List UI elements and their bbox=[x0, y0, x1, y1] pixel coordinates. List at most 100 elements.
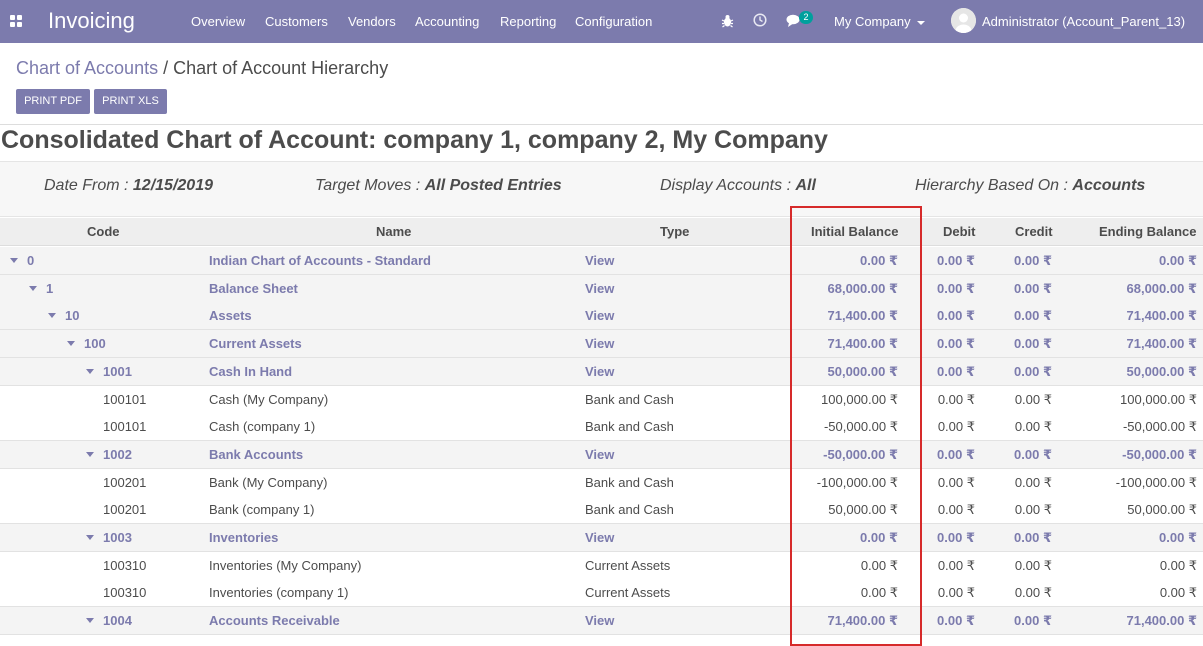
cell-credit: 0.00 ₹ bbox=[1014, 419, 1052, 434]
company-switcher[interactable]: My Company bbox=[834, 14, 925, 29]
cell-debit: 0.00 ₹ bbox=[937, 308, 975, 323]
table-row[interactable]: 1 Balance Sheet View 68,000.00 ₹ 0.00 ₹ 0.00 … bbox=[0, 275, 1203, 303]
cell-debit: 0.00 ₹ bbox=[937, 364, 975, 379]
bug-icon[interactable] bbox=[721, 14, 734, 28]
cell-credit: 0.00 ₹ bbox=[1014, 364, 1052, 379]
cell-ending-balance: -50,000.00 ₹ bbox=[1122, 447, 1197, 462]
account-code: 1001 bbox=[103, 364, 132, 379]
cell-code[interactable]: 1001 bbox=[86, 364, 132, 379]
filter-label: Display Accounts : bbox=[660, 177, 796, 194]
table-row[interactable]: 1002 Bank Accounts View -50,000.00 ₹ 0.00 ₹ 0… bbox=[0, 441, 1203, 469]
column-header-type: Type bbox=[660, 224, 690, 239]
account-code: 1002 bbox=[103, 447, 132, 462]
cell-code[interactable]: 0 bbox=[10, 253, 34, 268]
cell-initial-balance: -50,000.00 ₹ bbox=[823, 419, 898, 434]
cell-initial-balance: -50,000.00 ₹ bbox=[823, 447, 898, 462]
cell-initial-balance: 0.00 ₹ bbox=[860, 558, 898, 573]
filter-value: All bbox=[795, 177, 816, 194]
menu-reporting[interactable]: Reporting bbox=[500, 14, 556, 29]
caret-down-icon[interactable] bbox=[29, 286, 37, 292]
cell-code: 100101 bbox=[103, 419, 146, 434]
cell-initial-balance: 71,400.00 ₹ bbox=[827, 613, 899, 628]
filter-value: All Posted Entries bbox=[424, 177, 562, 194]
cell-debit: 0.00 ₹ bbox=[937, 475, 975, 490]
clock-icon[interactable] bbox=[753, 13, 767, 27]
cell-name: Bank Accounts bbox=[209, 447, 304, 462]
table-row[interactable]: 100201 Bank (company 1) Bank and Cash 50,00… bbox=[0, 496, 1203, 524]
table-row[interactable]: 100 Current Assets View 71,400.00 ₹ 0.00 ₹ 0.… bbox=[0, 330, 1203, 358]
avatar[interactable] bbox=[951, 8, 976, 33]
company-name: My Company bbox=[834, 14, 911, 29]
cell-credit: 0.00 ₹ bbox=[1014, 530, 1052, 545]
cell-ending-balance: 71,400.00 ₹ bbox=[1126, 613, 1198, 628]
cell-code[interactable]: 1003 bbox=[86, 530, 132, 545]
user-menu[interactable]: Administrator (Account_Parent_13) bbox=[982, 14, 1185, 29]
cell-type: Bank and Cash bbox=[585, 392, 674, 407]
table-row[interactable]: 10 Assets View 71,400.00 ₹ 0.00 ₹ 0.00 ₹ 71,40… bbox=[0, 302, 1203, 330]
cell-credit: 0.00 ₹ bbox=[1014, 281, 1052, 296]
cell-initial-balance: -100,000.00 ₹ bbox=[816, 475, 898, 490]
cell-name: Inventories (My Company) bbox=[209, 558, 362, 573]
filter-value: Accounts bbox=[1072, 177, 1146, 194]
cell-name: Indian Chart of Accounts - Standard bbox=[209, 253, 431, 268]
filter-label: Date From : bbox=[44, 177, 133, 194]
table-row[interactable]: 100310 Inventories (company 1) Current Ass… bbox=[0, 579, 1203, 607]
top-navbar: Invoicing Overview Customers Vendors Acc… bbox=[0, 0, 1203, 43]
cell-initial-balance: 71,400.00 ₹ bbox=[827, 336, 899, 351]
cell-name: Bank (My Company) bbox=[209, 475, 328, 490]
cell-debit: 0.00 ₹ bbox=[937, 613, 975, 628]
menu-customers[interactable]: Customers bbox=[265, 14, 328, 29]
cell-name: Cash (My Company) bbox=[209, 392, 329, 407]
app-title[interactable]: Invoicing bbox=[48, 8, 135, 34]
cell-code[interactable]: 10 bbox=[48, 308, 79, 323]
table-row[interactable]: 0 Indian Chart of Accounts - Standard View… bbox=[0, 247, 1203, 275]
cell-code[interactable]: 1004 bbox=[86, 613, 132, 628]
table-row[interactable]: 1003 Inventories View 0.00 ₹ 0.00 ₹ 0.00 ₹ 0.0… bbox=[0, 524, 1203, 552]
menu-overview[interactable]: Overview bbox=[191, 14, 245, 29]
print-pdf-button[interactable]: PRINT PDF bbox=[16, 89, 90, 114]
caret-down-icon[interactable] bbox=[48, 313, 56, 319]
account-code: 100101 bbox=[103, 419, 147, 434]
cell-code[interactable]: 100 bbox=[67, 336, 106, 351]
caret-down-icon[interactable] bbox=[86, 618, 94, 624]
cell-credit: 0.00 ₹ bbox=[1014, 392, 1052, 407]
table-row[interactable]: 1004 Accounts Receivable View 71,400.00 ₹ 0.… bbox=[0, 607, 1203, 635]
cell-initial-balance: 0.00 ₹ bbox=[860, 253, 898, 268]
cell-initial-balance: 100,000.00 ₹ bbox=[821, 392, 898, 407]
cell-code[interactable]: 1 bbox=[29, 281, 53, 296]
caret-down-icon[interactable] bbox=[86, 535, 94, 541]
cell-type: Current Assets bbox=[585, 558, 671, 573]
account-code: 10 bbox=[65, 308, 80, 323]
cell-debit: 0.00 ₹ bbox=[937, 419, 975, 434]
menu-configuration[interactable]: Configuration bbox=[575, 14, 652, 29]
cell-code[interactable]: 1002 bbox=[86, 447, 132, 462]
breadcrumb-chart-of-accounts[interactable]: Chart of Accounts bbox=[16, 58, 158, 78]
account-code: 100201 bbox=[103, 475, 147, 490]
cell-ending-balance: 0.00 ₹ bbox=[1159, 530, 1197, 545]
caret-down-icon[interactable] bbox=[67, 341, 75, 347]
cell-ending-balance: 50,000.00 ₹ bbox=[1126, 364, 1198, 379]
menu-vendors[interactable]: Vendors bbox=[348, 14, 396, 29]
table-row[interactable]: 100101 Cash (company 1) Bank and Cash -50,0… bbox=[0, 413, 1203, 441]
table-row[interactable]: 100101 Cash (My Company) Bank and Cash 100,… bbox=[0, 386, 1203, 414]
cell-type: View bbox=[585, 253, 615, 268]
caret-down-icon[interactable] bbox=[86, 369, 94, 375]
caret-down-icon[interactable] bbox=[10, 258, 18, 264]
apps-menu-icon[interactable] bbox=[10, 15, 23, 28]
account-code: 1003 bbox=[103, 530, 132, 545]
menu-accounting[interactable]: Accounting bbox=[415, 14, 479, 29]
table-row[interactable]: 100201 Bank (My Company) Bank and Cash -100… bbox=[0, 469, 1203, 497]
table-row[interactable]: 1001 Cash In Hand View 50,000.00 ₹ 0.00 ₹ 0.0… bbox=[0, 358, 1203, 386]
cell-credit: 0.00 ₹ bbox=[1014, 336, 1052, 351]
caret-down-icon[interactable] bbox=[86, 452, 94, 458]
print-xls-button[interactable]: PRINT XLS bbox=[94, 89, 167, 114]
breadcrumb-current: Chart of Account Hierarchy bbox=[173, 58, 389, 78]
cell-name: Accounts Receivable bbox=[209, 613, 340, 628]
cell-type: Bank and Cash bbox=[585, 475, 674, 490]
cell-type: Bank and Cash bbox=[585, 419, 674, 434]
table-row[interactable]: 100310 Inventories (My Company) Current As… bbox=[0, 552, 1203, 580]
cell-ending-balance: 0.00 ₹ bbox=[1159, 585, 1197, 600]
breadcrumb-separator: / bbox=[163, 58, 169, 78]
cell-credit: 0.00 ₹ bbox=[1014, 308, 1052, 323]
chevron-down-icon bbox=[916, 20, 925, 25]
